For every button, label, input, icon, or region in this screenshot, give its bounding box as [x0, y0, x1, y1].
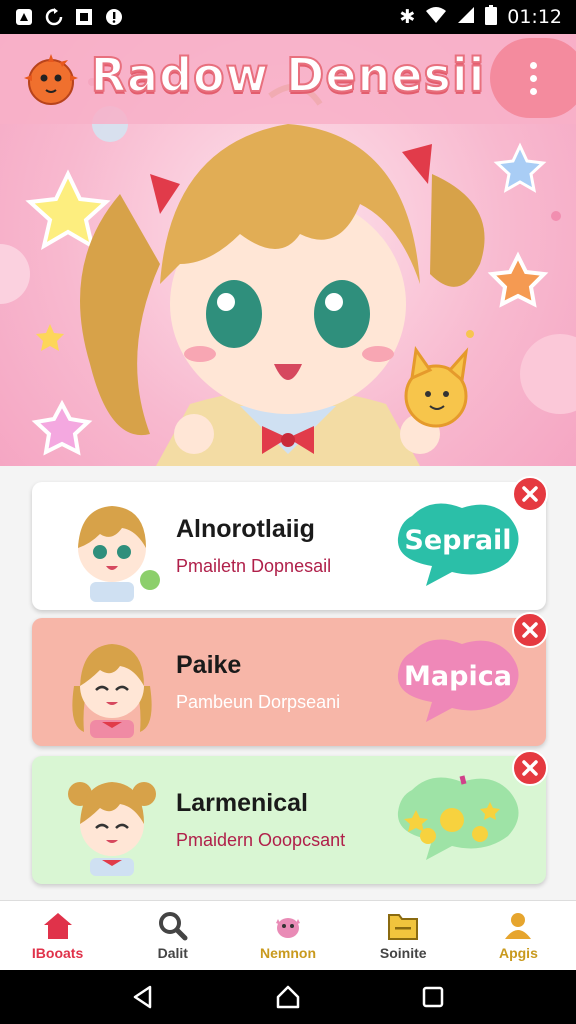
nav-item-profile[interactable]: Apgis	[461, 901, 576, 970]
card-title: Paike	[176, 651, 242, 679]
card-subtitle: Pmailetn Dopnesail	[176, 556, 332, 576]
square-icon	[74, 7, 94, 27]
character-thumbnail	[68, 782, 156, 876]
signal-icon	[457, 6, 475, 29]
card-tag: Mapica	[404, 660, 512, 692]
nav-label: Apgis	[498, 944, 538, 961]
close-icon[interactable]	[512, 612, 548, 648]
back-icon[interactable]	[130, 984, 156, 1010]
status-bar: ✱ 01:12	[0, 0, 576, 34]
bluetooth-icon: ✱	[399, 6, 416, 28]
nav-item-monster[interactable]: Nemnon	[230, 901, 345, 970]
wifi-icon	[425, 6, 447, 29]
list-item[interactable]: Paike Pambeun Dorpseani Mapica	[32, 612, 548, 746]
card-subtitle: Pambeun Dorpseani	[176, 692, 341, 712]
character-thumbnail	[78, 506, 160, 602]
list-item[interactable]: Alnorotlaiig Pmailetn Dopnesail Seprail	[32, 476, 548, 610]
more-vert-icon[interactable]	[490, 38, 576, 118]
nav-item-home[interactable]: IBooats	[0, 901, 115, 970]
battery-icon	[485, 4, 498, 30]
recents-icon[interactable]	[420, 984, 446, 1010]
character-thumbnail	[72, 644, 152, 738]
nav-item-folder[interactable]: Soinite	[346, 901, 461, 970]
home-icon	[43, 912, 72, 939]
bottom-navigation: IBooats Dalit Nemnon Soinite Apgis	[0, 900, 576, 970]
anime-girl-illustration	[80, 83, 485, 466]
search-icon	[158, 911, 188, 940]
hero-banner: Radow Denesii	[0, 34, 576, 466]
profile-icon	[505, 912, 532, 939]
app-icon	[14, 7, 34, 27]
nav-label: Soinite	[379, 944, 427, 961]
nav-label: Nemnon	[260, 944, 316, 961]
nav-label: IBooats	[31, 944, 84, 961]
system-navigation-bar	[0, 970, 576, 1024]
home-button-icon[interactable]	[275, 984, 301, 1010]
status-time: 01:12	[507, 6, 562, 28]
monster-icon	[276, 917, 300, 938]
nav-item-search[interactable]: Dalit	[115, 901, 230, 970]
sync-icon	[44, 7, 64, 27]
close-icon[interactable]	[512, 476, 548, 512]
card-title: Larmenical	[176, 789, 309, 817]
card-title: Alnorotlaiig	[176, 515, 315, 543]
folder-icon	[388, 913, 419, 940]
info-icon	[104, 7, 124, 27]
card-tag: Seprail	[404, 524, 512, 556]
list-item[interactable]: Larmenical Pmaidern Ooopcsant	[32, 750, 548, 884]
nav-label: Dalit	[157, 944, 188, 961]
close-icon[interactable]	[512, 750, 548, 786]
speech-bubble-icon	[397, 775, 519, 860]
card-subtitle: Pmaidern Ooopcsant	[176, 830, 346, 850]
